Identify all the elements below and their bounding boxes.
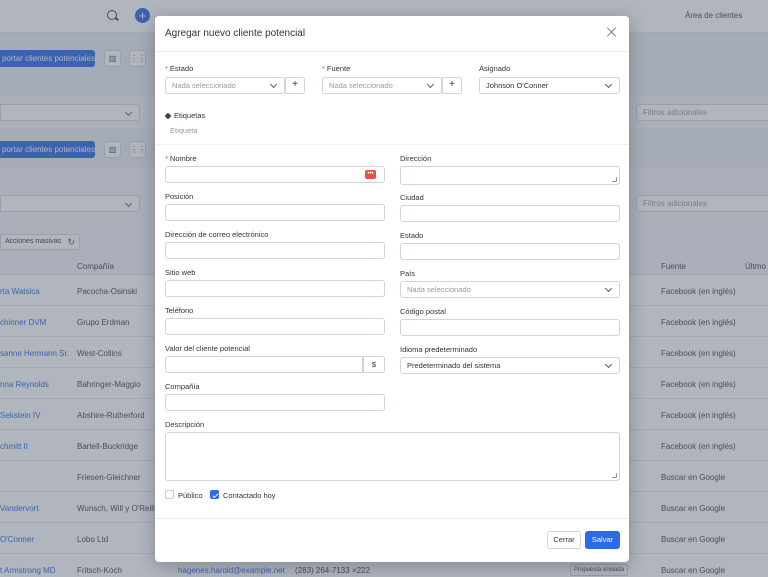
resize-handle[interactable] — [612, 473, 617, 478]
currency-addon: $ — [363, 356, 385, 373]
web-label: Sitio web — [165, 268, 196, 277]
etiquetas-label-text: Etiquetas — [174, 111, 206, 120]
asignado-select[interactable]: Johnson O'Conner — [479, 77, 620, 94]
etiquetas-label: Etiquetas — [164, 111, 206, 120]
descripcion-input[interactable] — [165, 432, 620, 481]
publico-checkbox[interactable] — [165, 490, 174, 499]
ciudad-input[interactable] — [400, 205, 620, 222]
idioma-label: Idioma predeterminado — [400, 345, 478, 354]
postal-input[interactable] — [400, 319, 620, 336]
required-marker: * — [165, 64, 168, 73]
web-input[interactable] — [165, 280, 385, 297]
estado-label-text: Estado — [169, 64, 194, 73]
fuente-label: * Fuente — [322, 64, 350, 73]
direccion-input[interactable] — [400, 166, 620, 185]
publico-label: Público — [178, 491, 203, 500]
email-label: Dirección de correo electrónico — [165, 230, 269, 239]
required-marker: * — [165, 154, 168, 163]
more-options-icon[interactable]: ••• — [365, 170, 376, 179]
nombre-label: * Nombre — [165, 154, 197, 163]
compania-input[interactable] — [165, 394, 385, 411]
valor-input[interactable] — [165, 356, 363, 373]
close-button[interactable]: Cerrar — [547, 531, 581, 549]
telefono-input[interactable] — [165, 318, 385, 335]
estado-select[interactable]: Nada seleccionado — [165, 77, 285, 94]
add-lead-modal: Agregar nuevo cliente potencial * Estado … — [155, 16, 629, 562]
contactado-checkbox[interactable] — [210, 490, 219, 499]
required-marker: * — [322, 64, 325, 73]
contactado-label: Contactado hoy — [223, 491, 276, 500]
valor-label: Valor del cliente potencial — [165, 344, 250, 353]
pais-label: País — [400, 269, 416, 278]
fuente-label-text: Fuente — [326, 64, 351, 73]
compania-label: Compañía — [165, 382, 200, 391]
asignado-label: Asignado — [479, 64, 511, 73]
save-button[interactable]: Salvar — [585, 531, 620, 549]
estado-label: * Estado — [165, 64, 193, 73]
posicion-label: Posición — [165, 192, 194, 201]
modal-footer: Cerrar Salvar — [155, 518, 629, 562]
descripcion-label: Descripción — [165, 420, 205, 429]
fuente-select[interactable]: Nada seleccionado — [322, 77, 442, 94]
resize-handle[interactable] — [612, 177, 617, 182]
close-icon[interactable] — [607, 27, 617, 37]
direccion-label: Dirección — [400, 154, 432, 163]
modal-title: Agregar nuevo cliente potencial — [165, 28, 306, 39]
postal-label: Código postal — [400, 307, 446, 316]
telefono-label: Teléfono — [165, 306, 194, 315]
modal-header: Agregar nuevo cliente potencial — [155, 16, 629, 52]
etiquetas-input[interactable]: Etiqueta — [170, 126, 198, 135]
divider — [155, 144, 629, 145]
ciudad-label: Ciudad — [400, 193, 424, 202]
tag-icon — [164, 112, 172, 120]
add-fuente-button[interactable]: + — [442, 77, 462, 94]
email-input[interactable] — [165, 242, 385, 259]
nombre-input[interactable]: ••• — [165, 166, 385, 183]
idioma-select[interactable]: Predeterminado del sistema — [400, 357, 620, 374]
estado2-input[interactable] — [400, 243, 620, 260]
add-estado-button[interactable]: + — [285, 77, 305, 94]
nombre-label-text: Nombre — [169, 154, 197, 163]
posicion-input[interactable] — [165, 204, 385, 221]
pais-select[interactable]: Nada seleccionado — [400, 281, 620, 298]
estado2-label: Estado — [400, 231, 424, 240]
